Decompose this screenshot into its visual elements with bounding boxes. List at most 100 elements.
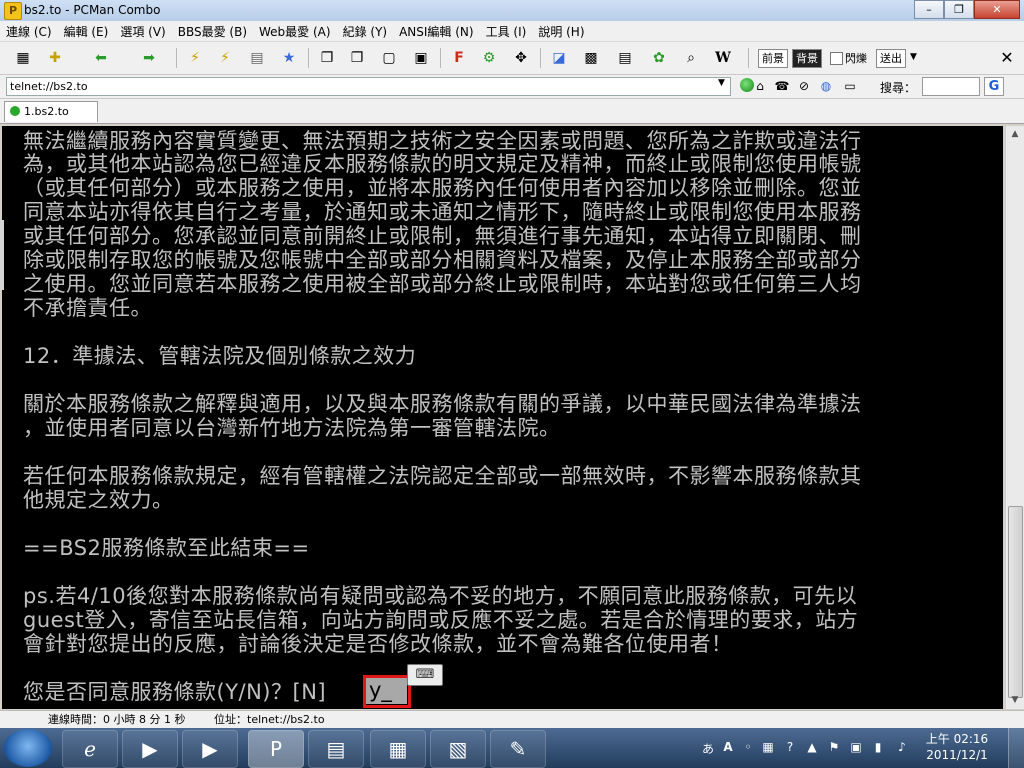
menu-ansi-edit[interactable]: ANSI編輯 (N) <box>393 23 480 40</box>
new-connection-icon[interactable]: ✚ <box>44 47 66 69</box>
reconnect-icon[interactable]: ⚡ <box>214 47 236 69</box>
terminal-scrollbar[interactable]: ▲ ▼ <box>1005 126 1024 709</box>
taskbar: ℯ ▶ ▶ P ▤ ▦ ▧ ✎ あ A ◦ ▦ ? ▲ ⚑ ▣ ▮ ♪ 上午 0… <box>0 728 1024 768</box>
menu-web-favorites[interactable]: Web最愛 (A) <box>253 23 337 40</box>
font-icon[interactable]: F <box>448 47 470 69</box>
copy-with-color-icon[interactable]: ❐ <box>346 47 368 69</box>
photo-viewer-icon[interactable]: ▧ <box>430 730 486 768</box>
side-handle[interactable] <box>0 220 4 290</box>
flag-icon[interactable]: ⚑ <box>826 740 842 754</box>
keyboard-icon[interactable]: ⌨ <box>407 664 443 686</box>
background-color-button[interactable]: 背景 <box>792 49 822 68</box>
select-all-icon[interactable]: ▣ <box>410 47 432 69</box>
menu-log[interactable]: 紀錄 (Y) <box>337 23 394 40</box>
search-keyword-icon[interactable]: ⌕ <box>680 47 702 69</box>
forward-arrow-icon[interactable]: ➡ <box>138 47 160 69</box>
send-dropdown-icon[interactable]: ▼ <box>910 52 917 62</box>
screenshot-icon[interactable]: ◪ <box>548 47 570 69</box>
taskbar-clock[interactable]: 上午 02:16 2011/12/1 <box>920 731 994 763</box>
foreground-color-button[interactable]: 前景 <box>758 49 788 68</box>
ansi-editor-icon[interactable]: ▩ <box>580 47 602 69</box>
document-icon[interactable]: ▦ <box>370 730 426 768</box>
ime-mode-label[interactable]: A <box>720 740 736 754</box>
agreement-prompt: 您是否同意服務條款(Y/N)？[N] <box>23 680 327 704</box>
google-search-icon[interactable]: G <box>984 77 1004 96</box>
address-input[interactable]: telnet://bs2.to <box>6 77 731 96</box>
network-icon[interactable]: ▣ <box>848 740 864 754</box>
input-highlight-box <box>363 675 411 708</box>
maximize-button[interactable]: ❐ <box>944 0 974 19</box>
terminal-line: （或其任何部分）或本服務之使用，並將本服務內任何使用者內容加以移除並刪除。您並 <box>23 176 862 200</box>
fullscreen-icon[interactable]: ✥ <box>510 47 532 69</box>
home-icon[interactable]: ⌂ <box>752 78 768 94</box>
note-icon[interactable]: ▤ <box>614 47 636 69</box>
pcman-taskbar-icon[interactable]: P <box>248 730 304 768</box>
window-controls: – ❐ ✕ <box>914 0 1020 19</box>
send-button[interactable]: 送出 <box>876 49 906 68</box>
menu-connect[interactable]: 連線 (C) <box>0 23 58 40</box>
address-book-icon[interactable]: ▦ <box>12 47 34 69</box>
globe-icon[interactable]: ◍ <box>818 78 834 94</box>
disconnect-icon[interactable]: ⚡ <box>184 47 206 69</box>
show-desktop-button[interactable] <box>1008 728 1024 768</box>
title-bar: P bs2.to - PCMan Combo – ❐ ✕ <box>0 0 1024 22</box>
menu-bar: 連線 (C) 編輯 (E) 選項 (V) BBS最愛 (B) Web最愛 (A)… <box>0 21 1024 42</box>
scroll-up-icon[interactable]: ▲ <box>1006 126 1024 143</box>
terminal-line: ，並使用者同意以台灣新竹地方法院為第一審管轄法院。 <box>23 416 561 440</box>
add-favorite-icon[interactable]: ★ <box>278 47 300 69</box>
clock-time: 上午 02:16 <box>925 732 989 746</box>
terminal-line: ==BS2服務條款至此結束== <box>23 536 310 560</box>
terminal-screen[interactable]: 無法繼續服務內容實質變更、無法預期之技術之安全因素或問題、您所為之詐欺或違法行 … <box>2 126 1003 709</box>
search-input[interactable] <box>922 77 980 96</box>
power-icon[interactable]: ▮ <box>870 740 886 754</box>
menu-edit[interactable]: 編輯 (E) <box>58 23 115 40</box>
menu-options[interactable]: 選項 (V) <box>114 23 171 40</box>
window-icon[interactable]: ▭ <box>842 78 858 94</box>
close-tab-icon[interactable]: ✕ <box>996 47 1018 69</box>
copy-icon[interactable]: ❐ <box>316 47 338 69</box>
tab-bar: 1.bs2.to <box>0 99 1024 124</box>
terminal-line: 或其任何部分。您承認並同意前開終止或限制，無須進行事先通知，本站得立即關閉、刪 <box>23 224 862 248</box>
blink-checkbox[interactable] <box>830 52 843 65</box>
start-button[interactable] <box>4 729 52 767</box>
stop-icon[interactable]: ⊘ <box>796 78 812 94</box>
paint-icon[interactable]: ✎ <box>490 730 546 768</box>
clock-date: 2011/12/1 <box>926 748 988 762</box>
search-label: 搜尋： <box>880 81 917 95</box>
ime-settings-icon[interactable]: ▦ <box>760 740 776 754</box>
terminal-line: 不承擔責任。 <box>23 296 152 320</box>
menu-tools[interactable]: 工具 (I) <box>480 23 533 40</box>
close-button[interactable]: ✕ <box>974 0 1020 19</box>
scroll-thumb[interactable] <box>1008 506 1023 698</box>
terminal-line: 關於本服務條款之解釋與適用，以及與本服務條款有關的爭議，以中華民國法律為準據法 <box>23 392 862 416</box>
blink-label: 閃爍 <box>845 52 867 65</box>
menu-bbs-favorites[interactable]: BBS最愛 (B) <box>172 23 253 40</box>
settings-gear-icon[interactable]: ⚙ <box>478 47 500 69</box>
volume-icon[interactable]: ♪ <box>894 740 910 754</box>
media-player-icon[interactable]: ▶ <box>182 730 238 768</box>
ime-punct-icon[interactable]: ◦ <box>740 740 756 754</box>
terminal-line: 他規定之效力。 <box>23 488 174 512</box>
minimize-button[interactable]: – <box>914 0 944 19</box>
address-bar: telnet://bs2.to ▼ ⌂ ☎ ⊘ ◍ ▭ 搜尋： G <box>0 75 1024 99</box>
ime-icon[interactable]: あ <box>700 740 716 757</box>
tab-bs2[interactable]: 1.bs2.to <box>4 101 98 122</box>
terminal-line: 為，或其他本站認為您已經違反本服務條款的明文規定及精神，而終止或限制您使用帳號 <box>23 152 862 176</box>
address-dropdown-icon[interactable]: ▼ <box>718 78 725 88</box>
tray-expand-icon[interactable]: ▲ <box>804 740 820 754</box>
disconnect-small-icon[interactable]: ☎ <box>774 78 790 94</box>
pcman-app-icon[interactable]: P <box>4 2 22 20</box>
menu-help[interactable]: 說明 (H) <box>532 23 590 40</box>
scroll-down-icon[interactable]: ▼ <box>1006 692 1024 709</box>
help-icon[interactable]: ? <box>782 740 798 754</box>
paste-icon[interactable]: ▢ <box>378 47 400 69</box>
back-arrow-icon[interactable]: ⬅ <box>90 47 112 69</box>
explorer-icon[interactable]: ▤ <box>308 730 364 768</box>
flower-icon[interactable]: ✿ <box>648 47 670 69</box>
media-center-icon[interactable]: ▶ <box>122 730 178 768</box>
connected-status-icon <box>10 106 20 116</box>
status-bar: 連線時間：0 小時 8 分 1 秒 位址：telnet://bs2.to <box>0 710 1024 729</box>
ie-icon[interactable]: ℯ <box>62 730 118 768</box>
wikipedia-icon[interactable]: W <box>712 47 734 69</box>
close-all-icon[interactable]: ▤ <box>246 47 268 69</box>
